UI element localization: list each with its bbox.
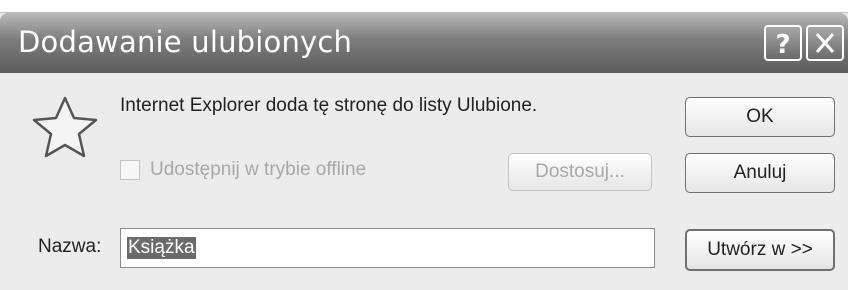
customize-button[interactable]: Dostosuj... (508, 153, 652, 191)
close-button[interactable] (806, 25, 844, 61)
help-button[interactable]: ? (764, 25, 802, 61)
offline-checkbox[interactable] (120, 160, 140, 180)
offline-checkbox-label: Udostępnij w trybie offline (150, 159, 367, 180)
dialog-content: Internet Explorer doda tę stronę do list… (0, 73, 848, 290)
name-label: Nazwa: (38, 236, 102, 257)
star-icon (32, 96, 98, 158)
create-in-button[interactable]: Utwórz w >> (685, 229, 835, 271)
title-bar[interactable]: Dodawanie ulubionych ? (0, 13, 848, 73)
name-input[interactable]: Książka (120, 228, 655, 268)
cancel-button[interactable]: Anuluj (685, 153, 835, 193)
dialog-title: Dodawanie ulubionych (18, 25, 353, 59)
close-icon (815, 33, 835, 53)
add-favorite-dialog: Dodawanie ulubionych ? Internet Explorer… (0, 12, 848, 290)
name-input-value: Książka (127, 237, 196, 259)
ok-button[interactable]: OK (685, 97, 835, 137)
info-message: Internet Explorer doda tę stronę do list… (120, 95, 538, 116)
